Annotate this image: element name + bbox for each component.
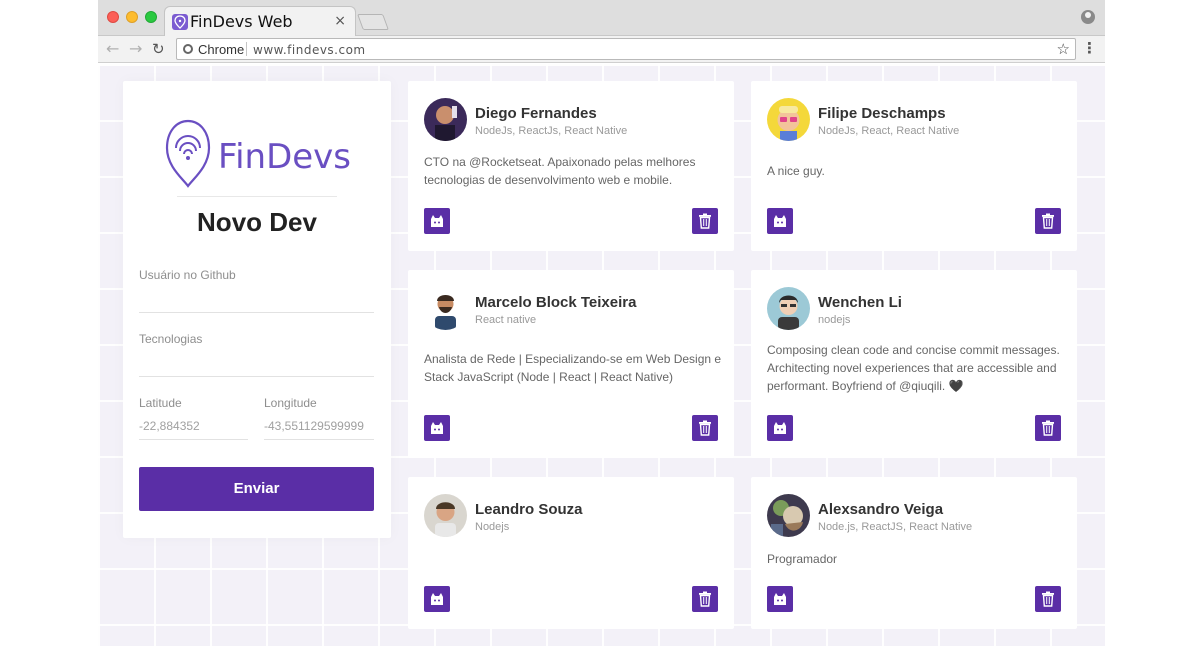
github-icon xyxy=(431,215,443,227)
new-tab-button[interactable] xyxy=(357,14,389,30)
github-profile-button[interactable] xyxy=(767,208,793,234)
delete-button[interactable] xyxy=(1035,208,1061,234)
tab-close-icon[interactable]: × xyxy=(334,13,346,29)
form-title: Novo Dev xyxy=(197,207,317,237)
profile-icon[interactable] xyxy=(1081,10,1095,24)
dev-card: Diego Fernandes NodeJs, ReactJs, React N… xyxy=(408,81,734,251)
delete-button[interactable] xyxy=(692,415,718,441)
delete-button[interactable] xyxy=(692,586,718,612)
dev-name: Alexsandro Veiga xyxy=(818,501,944,518)
dev-bio: Composing clean code and concise commit … xyxy=(767,343,1060,393)
minimize-window-button[interactable] xyxy=(126,11,138,23)
submit-button[interactable]: Enviar xyxy=(139,467,374,511)
bookmark-star-icon[interactable]: ☆ xyxy=(1057,40,1070,58)
browser-toolbar: ← → ↻ Chrome www.findevs.com ☆ ⋮ xyxy=(98,36,1105,63)
dev-name: Leandro Souza xyxy=(475,501,583,518)
dev-name: Wenchen Li xyxy=(818,294,902,311)
trash-icon xyxy=(699,420,711,436)
trash-icon xyxy=(699,591,711,607)
avatar xyxy=(767,494,810,537)
findevs-favicon-icon xyxy=(172,14,188,30)
logo-divider xyxy=(177,196,337,197)
browser-menu-icon[interactable]: ⋮ xyxy=(1082,39,1097,57)
techs-label: Tecnologias xyxy=(139,332,203,346)
github-icon xyxy=(431,422,443,434)
url-separator xyxy=(246,42,247,56)
dev-techs: NodeJs, React, React Native xyxy=(818,125,960,137)
url-text[interactable]: www.findevs.com xyxy=(253,43,366,57)
github-icon xyxy=(774,422,786,434)
address-bar[interactable]: Chrome www.findevs.com ☆ xyxy=(176,38,1076,60)
github-profile-button[interactable] xyxy=(424,415,450,441)
trash-icon xyxy=(699,213,711,229)
dev-name: Diego Fernandes xyxy=(475,105,597,122)
dev-bio: Programador xyxy=(767,552,838,566)
github-profile-button[interactable] xyxy=(767,586,793,612)
dev-techs: NodeJs, ReactJs, React Native xyxy=(475,125,628,137)
trash-icon xyxy=(1042,213,1054,229)
avatar xyxy=(424,287,467,330)
dev-bio: Analista de Rede | Especializando-se em … xyxy=(424,352,722,384)
dev-techs: Node.js, ReactJS, React Native xyxy=(818,521,973,533)
trash-icon xyxy=(1042,591,1054,607)
github-profile-button[interactable] xyxy=(767,415,793,441)
latitude-input[interactable]: -22,884352 xyxy=(139,419,200,433)
github-profile-button[interactable] xyxy=(424,208,450,234)
dev-card: Marcelo Block Teixeira React native Anal… xyxy=(408,270,734,458)
techs-input[interactable] xyxy=(139,376,374,377)
latitude-label: Latitude xyxy=(139,396,182,410)
close-window-button[interactable] xyxy=(107,11,119,23)
dev-techs: Nodejs xyxy=(475,521,510,533)
avatar xyxy=(424,494,467,537)
reload-icon[interactable]: ↻ xyxy=(152,40,165,58)
github-icon xyxy=(774,593,786,605)
github-username-input[interactable] xyxy=(139,312,374,313)
delete-button[interactable] xyxy=(1035,415,1061,441)
chrome-label: Chrome xyxy=(198,42,245,57)
new-dev-form: FinDevs Novo Dev Usuário no Github Tecno… xyxy=(123,81,391,538)
latitude-underline xyxy=(139,439,248,440)
longitude-input[interactable]: -43,551129599999 xyxy=(264,419,364,433)
page-viewport: FinDevs Novo Dev Usuário no Github Tecno… xyxy=(98,64,1105,646)
dev-name: Filipe Deschamps xyxy=(818,105,946,122)
browser-window: FinDevs Web × ← → ↻ Chrome www.findevs.c… xyxy=(98,0,1105,646)
github-username-label: Usuário no Github xyxy=(139,268,236,282)
dev-name: Marcelo Block Teixeira xyxy=(475,294,637,311)
forward-arrow-icon[interactable]: → xyxy=(129,39,142,58)
title-bar: FinDevs Web × xyxy=(98,0,1105,36)
github-profile-button[interactable] xyxy=(424,586,450,612)
findevs-logo: FinDevs xyxy=(165,119,350,188)
dev-card: Leandro Souza Nodejs xyxy=(408,477,734,629)
avatar xyxy=(424,98,467,141)
dev-bio: A nice guy. xyxy=(767,164,825,178)
back-arrow-icon[interactable]: ← xyxy=(106,39,119,58)
github-icon xyxy=(431,593,443,605)
dev-bio: CTO na @Rocketseat. Apaixonado pelas mel… xyxy=(424,155,696,187)
longitude-underline xyxy=(264,439,374,440)
avatar xyxy=(767,98,810,141)
dev-techs: React native xyxy=(475,314,537,326)
tab-title: FinDevs Web xyxy=(190,12,293,31)
dev-techs: nodejs xyxy=(818,314,851,326)
delete-button[interactable] xyxy=(692,208,718,234)
delete-button[interactable] xyxy=(1035,586,1061,612)
github-icon xyxy=(774,215,786,227)
trash-icon xyxy=(1042,420,1054,436)
browser-tab[interactable]: FinDevs Web × xyxy=(164,6,356,36)
maximize-window-button[interactable] xyxy=(145,11,157,23)
avatar xyxy=(767,287,810,330)
dev-card: Wenchen Li nodejs Composing clean code a… xyxy=(751,270,1077,458)
longitude-label: Longitude xyxy=(264,396,317,410)
logo-text: FinDevs xyxy=(218,137,350,177)
dev-card: Alexsandro Veiga Node.js, ReactJS, React… xyxy=(751,477,1077,629)
chrome-icon xyxy=(183,44,193,54)
dev-card: Filipe Deschamps NodeJs, React, React Na… xyxy=(751,81,1077,251)
